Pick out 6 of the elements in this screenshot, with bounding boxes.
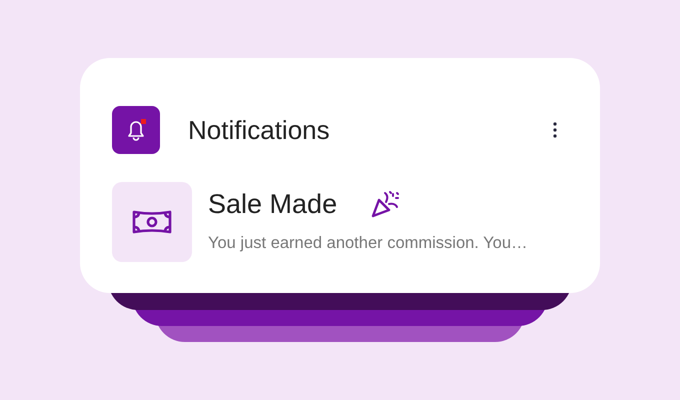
party-popper-icon <box>369 188 402 220</box>
notification-message: You just earned another commission. You… <box>208 234 528 253</box>
bell-icon[interactable] <box>112 106 160 154</box>
more-icon[interactable] <box>552 121 558 139</box>
panel-title: Notifications <box>188 114 331 146</box>
notification-title: Sale Made <box>208 188 338 220</box>
